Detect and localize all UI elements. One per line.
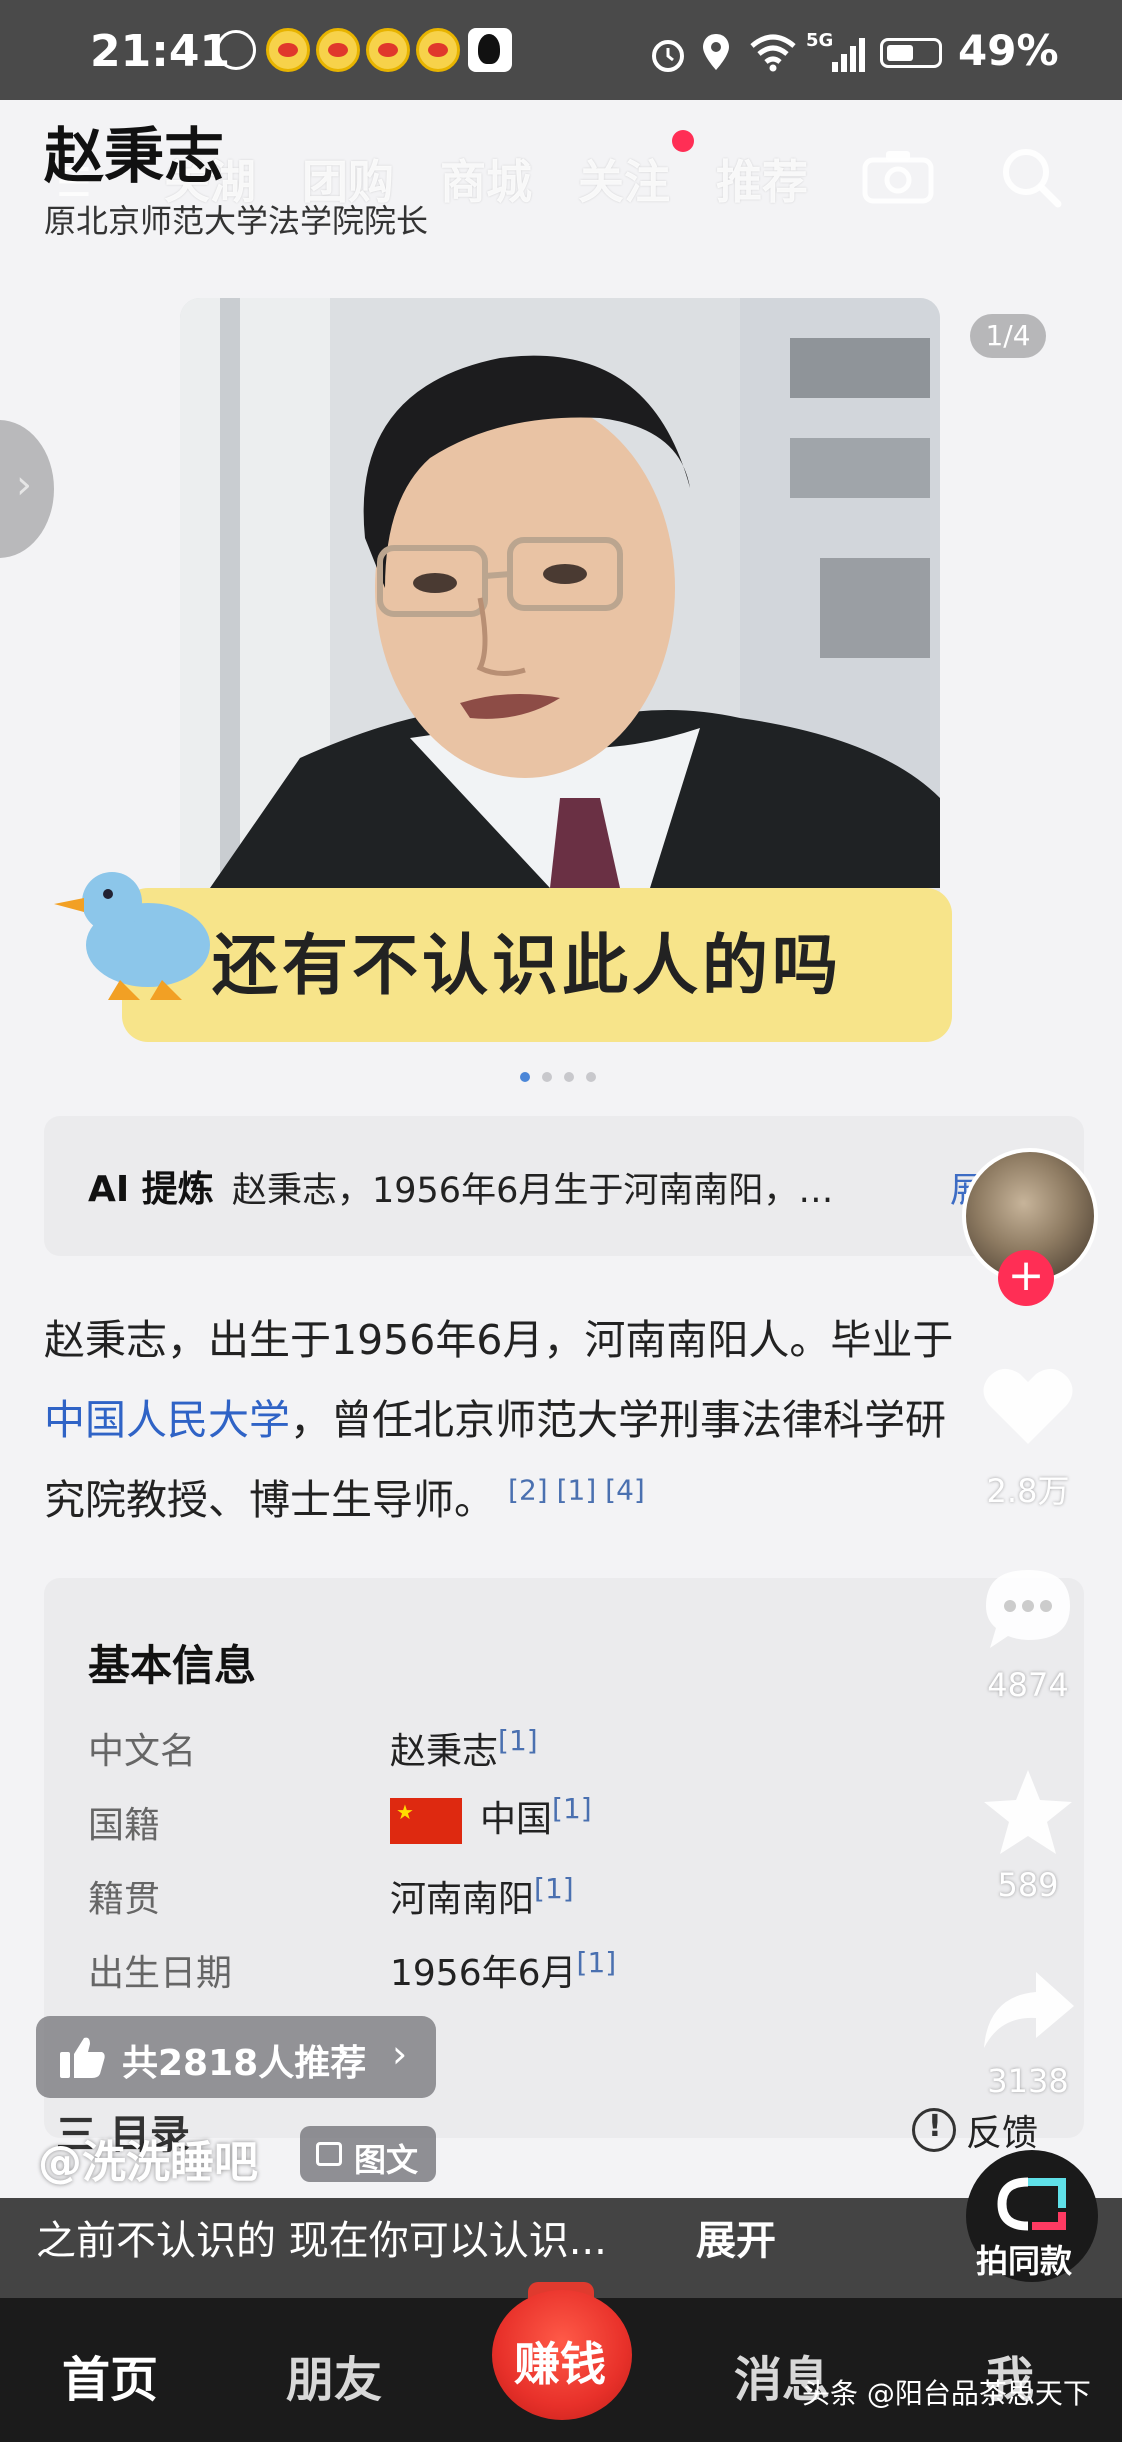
carousel-dots bbox=[520, 1070, 610, 1084]
bio-line-2: 中国人民大学，曾任北京师范大学刑事法律科学研 bbox=[44, 1386, 946, 1446]
bio-line-3: 究院教授、博士生导师。 [2] [1] [4] bbox=[44, 1466, 645, 1526]
info-value-text: 河南南阳 bbox=[390, 1879, 535, 1920]
thumbs-up-icon bbox=[60, 2037, 105, 2078]
remix-icon bbox=[997, 2177, 1066, 2231]
info-label-name: 中文名 bbox=[88, 1731, 197, 1772]
share-icon[interactable] bbox=[978, 1966, 1078, 2056]
watermark: 头条 @阳台品茶思天下 bbox=[802, 2377, 1091, 2410]
collapse-arrow-button[interactable]: › bbox=[0, 420, 54, 558]
bio-line-1: 赵秉志，出生于1956年6月，河南南阳人。毕业于 bbox=[44, 1316, 954, 1364]
tab-mall[interactable]: 商城 bbox=[440, 146, 532, 212]
image-text-icon bbox=[316, 2142, 342, 2166]
weibo-icon bbox=[316, 28, 360, 72]
info-value-text: 赵秉志 bbox=[390, 1731, 499, 1772]
wifi-icon bbox=[750, 34, 796, 72]
ai-summary-label: AI 提炼 bbox=[88, 1169, 214, 1210]
citation-ref[interactable]: [1] bbox=[534, 1872, 574, 1905]
bio-line-2-text: ，曾任北京师范大学刑事法律科学研 bbox=[290, 1396, 946, 1444]
info-value-text: 中国 bbox=[480, 1799, 553, 1840]
university-link[interactable]: 中国人民大学 bbox=[44, 1396, 290, 1444]
weibo-icon bbox=[266, 28, 310, 72]
dot-active bbox=[520, 1072, 530, 1082]
search-icon[interactable] bbox=[996, 142, 1066, 212]
citation-ref[interactable]: [1] bbox=[552, 1792, 592, 1825]
battery-percent: 49% bbox=[958, 26, 1059, 75]
author-handle[interactable]: @洗洗睡吧 bbox=[38, 2126, 258, 2190]
dot bbox=[564, 1072, 574, 1082]
post-caption: 之前不认识的 现在你可以认识... bbox=[36, 2218, 607, 2264]
camera-icon[interactable] bbox=[862, 148, 934, 204]
like-count: 2.8万 bbox=[986, 1472, 1070, 1510]
info-value-nationality: 中国[1] bbox=[390, 1790, 592, 1844]
nav-home[interactable]: 首页 bbox=[62, 2340, 158, 2410]
clock: 21:41 bbox=[90, 26, 231, 77]
feedback-button[interactable]: 反馈 bbox=[966, 2104, 1038, 2156]
citation-ref[interactable]: [1] bbox=[577, 1946, 617, 1979]
chevron-right-icon: › bbox=[16, 462, 32, 508]
china-flag-icon bbox=[390, 1798, 462, 1844]
comment-icon[interactable] bbox=[978, 1564, 1078, 1654]
post-type-label: 图文 bbox=[354, 2141, 419, 2179]
citation-refs[interactable]: [2] [1] [4] bbox=[508, 1473, 645, 1506]
info-label-birthdate: 出生日期 bbox=[88, 1953, 233, 1994]
bio-line-3-text: 究院教授、博士生导师。 bbox=[44, 1476, 495, 1524]
nav-friends[interactable]: 朋友 bbox=[286, 2340, 382, 2410]
person-title: 原北京师范大学法学院院长 bbox=[44, 202, 429, 240]
weibo-icon bbox=[366, 28, 410, 72]
location-icon bbox=[703, 34, 729, 70]
network-type: 5G bbox=[806, 30, 834, 51]
image-counter: 1/4 bbox=[970, 314, 1046, 358]
dot bbox=[542, 1072, 552, 1082]
signal-icon bbox=[832, 36, 866, 72]
info-label-origin: 籍贯 bbox=[88, 1879, 161, 1920]
caption-expand-button[interactable]: 展开 bbox=[696, 2208, 776, 2266]
star-icon[interactable] bbox=[978, 1766, 1078, 1856]
battery-icon bbox=[880, 38, 942, 68]
citation-ref[interactable]: [1] bbox=[498, 1724, 538, 1757]
info-value-text: 1956年6月 bbox=[390, 1953, 577, 1994]
ai-summary-text: 赵秉志，1956年6月生于河南南阳，… bbox=[232, 1171, 834, 1211]
notification-dot bbox=[672, 130, 694, 152]
recommend-count: 共2818人推荐 bbox=[122, 2043, 367, 2084]
qq-icon bbox=[468, 28, 512, 72]
info-value-origin: 河南南阳[1] bbox=[390, 1870, 574, 1922]
info-label-nationality: 国籍 bbox=[88, 1805, 161, 1846]
feedback-icon[interactable] bbox=[912, 2108, 956, 2152]
nav-earn-label: 赚钱 bbox=[514, 2337, 606, 2391]
person-name: 赵秉志 bbox=[44, 122, 224, 192]
status-bar: 21:41 5G 49% bbox=[0, 0, 1122, 100]
alarm-icon bbox=[652, 40, 684, 72]
info-value-birthdate: 1956年6月[1] bbox=[390, 1944, 616, 1996]
comment-count: 4874 bbox=[987, 1666, 1069, 1704]
duck-sticker bbox=[54, 872, 210, 1000]
info-value-name: 赵秉志[1] bbox=[390, 1722, 538, 1774]
weibo-icon bbox=[416, 28, 460, 72]
recommend-pill[interactable]: 共2818人推荐 › bbox=[36, 2016, 436, 2098]
chevron-right-icon: › bbox=[392, 2032, 408, 2076]
dot bbox=[586, 1072, 596, 1082]
remix-label: 拍同款 bbox=[976, 2242, 1073, 2280]
post-type-tag: 图文 bbox=[300, 2126, 436, 2182]
tab-recommend[interactable]: 推荐 bbox=[716, 146, 808, 212]
favorite-count: 589 bbox=[997, 1866, 1059, 1904]
portrait-photo bbox=[180, 298, 940, 888]
basic-info-heading: 基本信息 bbox=[88, 1641, 257, 1690]
heart-icon[interactable] bbox=[978, 1360, 1078, 1450]
follow-button[interactable]: + bbox=[998, 1250, 1054, 1306]
data-saver-icon bbox=[216, 30, 256, 70]
share-count: 3138 bbox=[987, 2062, 1069, 2100]
banner-text: 还有不认识此人的吗 bbox=[212, 927, 842, 1004]
tab-following[interactable]: 关注 bbox=[578, 146, 670, 212]
